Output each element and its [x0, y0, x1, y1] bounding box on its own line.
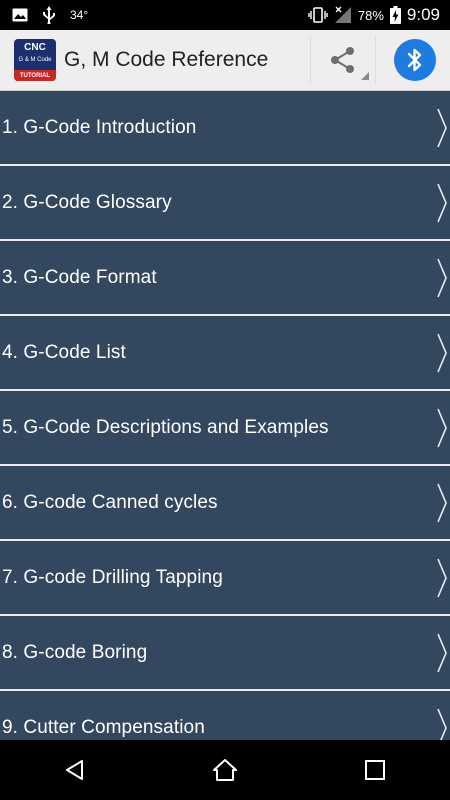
chevron-right-icon	[437, 333, 447, 372]
share-icon	[327, 44, 359, 76]
dropdown-corner-icon	[361, 72, 369, 80]
no-signal-icon	[334, 6, 352, 24]
battery-charging-icon	[389, 6, 401, 24]
chevron-right-icon	[437, 183, 447, 222]
list-item[interactable]: 2. G-Code Glossary	[0, 166, 450, 241]
list-item-label: 3. G-Code Format	[2, 266, 157, 288]
list-item[interactable]: 6. G-code Canned cycles	[0, 466, 450, 541]
chevron-right-icon	[437, 108, 447, 147]
list-item-label: 9. Cutter Compensation	[2, 716, 205, 738]
share-button[interactable]	[310, 36, 376, 84]
battery-percent: 78%	[357, 7, 384, 23]
logo-text-tutorial: TUTORIAL	[14, 70, 56, 81]
list-item[interactable]: 4. G-Code List	[0, 316, 450, 391]
bluetooth-button[interactable]	[394, 39, 436, 81]
home-icon	[213, 759, 237, 781]
chevron-right-icon	[437, 258, 447, 297]
clock-time: 9:09	[406, 5, 440, 24]
chevron-right-icon	[437, 708, 447, 740]
list-item[interactable]: 5. G-Code Descriptions and Examples	[0, 391, 450, 466]
temperature-text: 34°	[70, 8, 89, 22]
chevron-right-icon	[437, 483, 447, 522]
topic-list: 1. G-Code Introduction 2. G-Code Glossar…	[0, 91, 450, 740]
list-item-label: 5. G-Code Descriptions and Examples	[2, 416, 329, 438]
list-item-label: 2. G-Code Glossary	[2, 191, 172, 213]
back-icon	[66, 760, 83, 780]
recents-button[interactable]	[345, 740, 405, 800]
list-item-label: 6. G-code Canned cycles	[2, 491, 218, 513]
home-button[interactable]	[195, 740, 255, 800]
image-icon	[12, 8, 28, 22]
list-item-label: 7. G-code Drilling Tapping	[2, 566, 223, 588]
list-item[interactable]: 9. Cutter Compensation	[0, 691, 450, 740]
vibrate-icon	[308, 7, 328, 23]
recents-icon	[365, 760, 385, 780]
chevron-right-icon	[437, 633, 447, 672]
back-button[interactable]	[45, 740, 105, 800]
app-title: G, M Code Reference	[64, 48, 269, 71]
status-bar: 34° 78% 9:09	[0, 0, 450, 30]
list-item[interactable]: 1. G-Code Introduction	[0, 91, 450, 166]
bluetooth-icon	[406, 47, 424, 73]
list-item-label: 4. G-Code List	[2, 341, 126, 363]
chevron-right-icon	[437, 408, 447, 447]
chevron-right-icon	[437, 558, 447, 597]
list-item-label: 1. G-Code Introduction	[2, 116, 197, 138]
list-item[interactable]: 8. G-code Boring	[0, 616, 450, 691]
navigation-bar	[0, 740, 450, 800]
list-item[interactable]: 7. G-code Drilling Tapping	[0, 541, 450, 616]
logo-text-cnc: CNC	[24, 42, 46, 53]
app-logo: CNC G & M Code TUTORIAL	[14, 39, 56, 81]
list-item-label: 8. G-code Boring	[2, 641, 148, 663]
logo-text-gm: G & M Code	[18, 57, 52, 63]
usb-icon	[42, 6, 56, 24]
list-item[interactable]: 3. G-Code Format	[0, 241, 450, 316]
app-bar: CNC G & M Code TUTORIAL G, M Code Refere…	[0, 30, 450, 91]
